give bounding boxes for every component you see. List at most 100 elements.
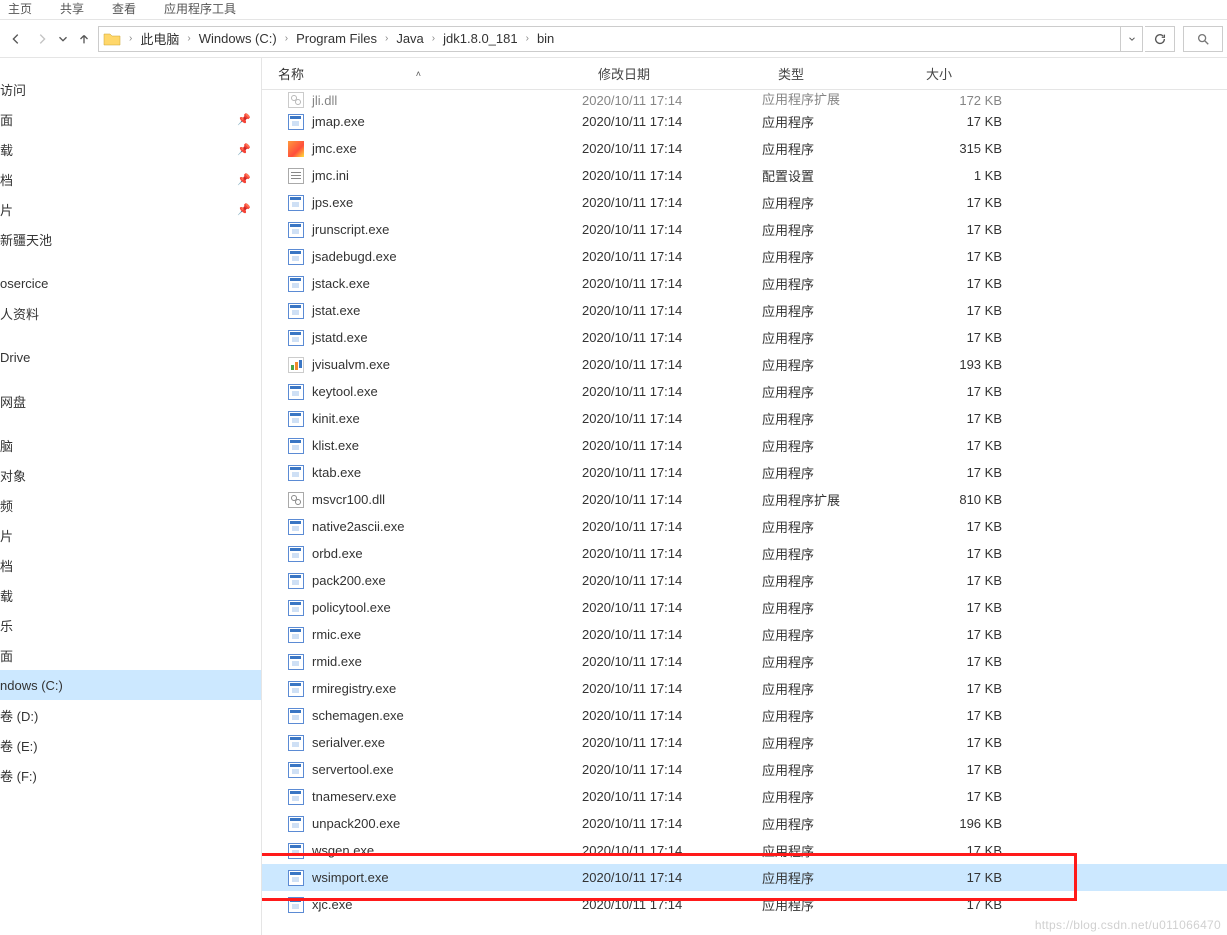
tree-item[interactable]: Drive bbox=[0, 342, 261, 372]
folder-icon bbox=[103, 30, 121, 48]
tree-item[interactable]: 卷 (D:) bbox=[0, 700, 261, 730]
search-box[interactable] bbox=[1183, 26, 1223, 52]
tree-item[interactable]: 片 bbox=[0, 520, 261, 550]
file-row[interactable]: ktab.exe2020/10/11 17:14应用程序17 KB bbox=[262, 459, 1227, 486]
file-row[interactable]: serialver.exe2020/10/11 17:14应用程序17 KB bbox=[262, 729, 1227, 756]
tree-item[interactable]: 人资料 bbox=[0, 298, 261, 328]
tree-item[interactable]: 载📌 bbox=[0, 134, 261, 164]
file-date: 2020/10/11 17:14 bbox=[582, 897, 762, 912]
file-row[interactable]: klist.exe2020/10/11 17:14应用程序17 KB bbox=[262, 432, 1227, 459]
file-type: 应用程序 bbox=[762, 409, 910, 428]
file-row[interactable]: native2ascii.exe2020/10/11 17:14应用程序17 K… bbox=[262, 513, 1227, 540]
forward-button[interactable] bbox=[30, 27, 54, 51]
ribbon-tab[interactable]: 查看 bbox=[112, 0, 136, 17]
tree-item[interactable]: 面 bbox=[0, 640, 261, 670]
file-size: 17 KB bbox=[910, 627, 1020, 642]
tree-item[interactable]: 脑 bbox=[0, 430, 261, 460]
exe-file-icon bbox=[288, 789, 304, 805]
file-row[interactable]: jsadebugd.exe2020/10/11 17:14应用程序17 KB bbox=[262, 243, 1227, 270]
file-row[interactable]: orbd.exe2020/10/11 17:14应用程序17 KB bbox=[262, 540, 1227, 567]
path-dropdown-button[interactable] bbox=[1120, 27, 1142, 51]
tree-item[interactable]: 新疆天池 bbox=[0, 224, 261, 254]
file-row[interactable]: rmid.exe2020/10/11 17:14应用程序17 KB bbox=[262, 648, 1227, 675]
tree-item[interactable]: 档 bbox=[0, 550, 261, 580]
tree-item[interactable]: 载 bbox=[0, 580, 261, 610]
file-row[interactable]: jrunscript.exe2020/10/11 17:14应用程序17 KB bbox=[262, 216, 1227, 243]
file-row[interactable]: rmic.exe2020/10/11 17:14应用程序17 KB bbox=[262, 621, 1227, 648]
tree-item[interactable]: 档📌 bbox=[0, 164, 261, 194]
file-name: ktab.exe bbox=[312, 465, 361, 480]
tree-item[interactable]: 片📌 bbox=[0, 194, 261, 224]
recent-button[interactable] bbox=[56, 27, 70, 51]
exe-file-icon bbox=[288, 708, 304, 724]
tree-item[interactable]: 乐 bbox=[0, 610, 261, 640]
file-row[interactable]: xjc.exe2020/10/11 17:14应用程序17 KB bbox=[262, 891, 1227, 918]
refresh-button[interactable] bbox=[1145, 26, 1175, 52]
file-row[interactable]: keytool.exe2020/10/11 17:14应用程序17 KB bbox=[262, 378, 1227, 405]
file-row[interactable]: jstat.exe2020/10/11 17:14应用程序17 KB bbox=[262, 297, 1227, 324]
ribbon-tab[interactable]: 共享 bbox=[60, 0, 84, 17]
file-row[interactable]: jvisualvm.exe2020/10/11 17:14应用程序193 KB bbox=[262, 351, 1227, 378]
tree-item[interactable]: 访问 bbox=[0, 74, 261, 104]
breadcrumb-item[interactable]: jdk1.8.0_181 bbox=[439, 27, 521, 51]
breadcrumb-item[interactable]: bin bbox=[533, 27, 558, 51]
file-row[interactable]: policytool.exe2020/10/11 17:14应用程序17 KB bbox=[262, 594, 1227, 621]
file-row[interactable]: jmap.exe2020/10/11 17:14应用程序17 KB bbox=[262, 108, 1227, 135]
file-row[interactable]: wsgen.exe2020/10/11 17:14应用程序17 KB bbox=[262, 837, 1227, 864]
tree-item[interactable]: 面📌 bbox=[0, 104, 261, 134]
tree-item[interactable]: 卷 (F:) bbox=[0, 760, 261, 790]
breadcrumb-item[interactable]: Program Files bbox=[292, 27, 381, 51]
file-row[interactable]: jps.exe2020/10/11 17:14应用程序17 KB bbox=[262, 189, 1227, 216]
column-type[interactable]: 类型 bbox=[762, 58, 910, 89]
file-row[interactable]: jmc.exe2020/10/11 17:14应用程序315 KB bbox=[262, 135, 1227, 162]
file-date: 2020/10/11 17:14 bbox=[582, 735, 762, 750]
breadcrumb-item[interactable]: 此电脑 bbox=[136, 27, 183, 51]
breadcrumb-item[interactable]: Windows (C:) bbox=[195, 27, 281, 51]
ribbon-tab[interactable]: 主页 bbox=[8, 0, 32, 17]
file-row[interactable]: servertool.exe2020/10/11 17:14应用程序17 KB bbox=[262, 756, 1227, 783]
file-type: 应用程序 bbox=[762, 760, 910, 779]
column-size[interactable]: 大小 bbox=[910, 58, 1030, 89]
file-row[interactable]: wsimport.exe2020/10/11 17:14应用程序17 KB bbox=[262, 864, 1227, 891]
breadcrumb-item[interactable]: Java bbox=[392, 27, 427, 51]
tree-item[interactable]: 频 bbox=[0, 490, 261, 520]
tree-item[interactable]: 卷 (E:) bbox=[0, 730, 261, 760]
file-row[interactable]: pack200.exe2020/10/11 17:14应用程序17 KB bbox=[262, 567, 1227, 594]
file-date: 2020/10/11 17:14 bbox=[582, 141, 762, 156]
tree-item[interactable]: osercice bbox=[0, 268, 261, 298]
file-name: jrunscript.exe bbox=[312, 222, 389, 237]
file-row[interactable]: kinit.exe2020/10/11 17:14应用程序17 KB bbox=[262, 405, 1227, 432]
exe-file-icon bbox=[288, 276, 304, 292]
file-row[interactable]: tnameserv.exe2020/10/11 17:14应用程序17 KB bbox=[262, 783, 1227, 810]
file-name: kinit.exe bbox=[312, 411, 360, 426]
tree-item-label: 面 bbox=[0, 646, 13, 665]
breadcrumb-bar[interactable]: › 此电脑› Windows (C:)› Program Files› Java… bbox=[98, 26, 1143, 52]
file-date: 2020/10/11 17:14 bbox=[582, 195, 762, 210]
file-type: 应用程序 bbox=[762, 652, 910, 671]
file-row[interactable]: jstack.exe2020/10/11 17:14应用程序17 KB bbox=[262, 270, 1227, 297]
back-button[interactable] bbox=[4, 27, 28, 51]
tree-item-label: 片 bbox=[0, 526, 13, 545]
tree-item[interactable]: ndows (C:) bbox=[0, 670, 261, 700]
navigation-tree[interactable]: 访问面📌载📌档📌片📌新疆天池osercice人资料Drive网盘脑对象频片档载乐… bbox=[0, 58, 262, 935]
tree-item-label: ndows (C:) bbox=[0, 678, 63, 693]
column-date[interactable]: 修改日期 bbox=[582, 58, 762, 89]
column-name[interactable]: 名称 ˄ bbox=[262, 58, 582, 89]
ini-file-icon bbox=[288, 168, 304, 184]
file-row[interactable]: jstatd.exe2020/10/11 17:14应用程序17 KB bbox=[262, 324, 1227, 351]
tree-item[interactable]: 网盘 bbox=[0, 386, 261, 416]
file-row[interactable]: jli.dll2020/10/11 17:14应用程序扩展172 KB bbox=[262, 90, 1227, 108]
file-row[interactable]: rmiregistry.exe2020/10/11 17:14应用程序17 KB bbox=[262, 675, 1227, 702]
pin-icon: 📌 bbox=[237, 113, 251, 126]
file-row[interactable]: schemagen.exe2020/10/11 17:14应用程序17 KB bbox=[262, 702, 1227, 729]
file-row[interactable]: jmc.ini2020/10/11 17:14配置设置1 KB bbox=[262, 162, 1227, 189]
file-date: 2020/10/11 17:14 bbox=[582, 492, 762, 507]
file-date: 2020/10/11 17:14 bbox=[582, 843, 762, 858]
file-row[interactable]: msvcr100.dll2020/10/11 17:14应用程序扩展810 KB bbox=[262, 486, 1227, 513]
file-row[interactable]: unpack200.exe2020/10/11 17:14应用程序196 KB bbox=[262, 810, 1227, 837]
file-list[interactable]: jli.dll2020/10/11 17:14应用程序扩展172 KBjmap.… bbox=[262, 90, 1227, 935]
tree-item-label: osercice bbox=[0, 276, 48, 291]
ribbon-tab[interactable]: 应用程序工具 bbox=[164, 0, 236, 17]
up-button[interactable] bbox=[72, 27, 96, 51]
tree-item[interactable]: 对象 bbox=[0, 460, 261, 490]
